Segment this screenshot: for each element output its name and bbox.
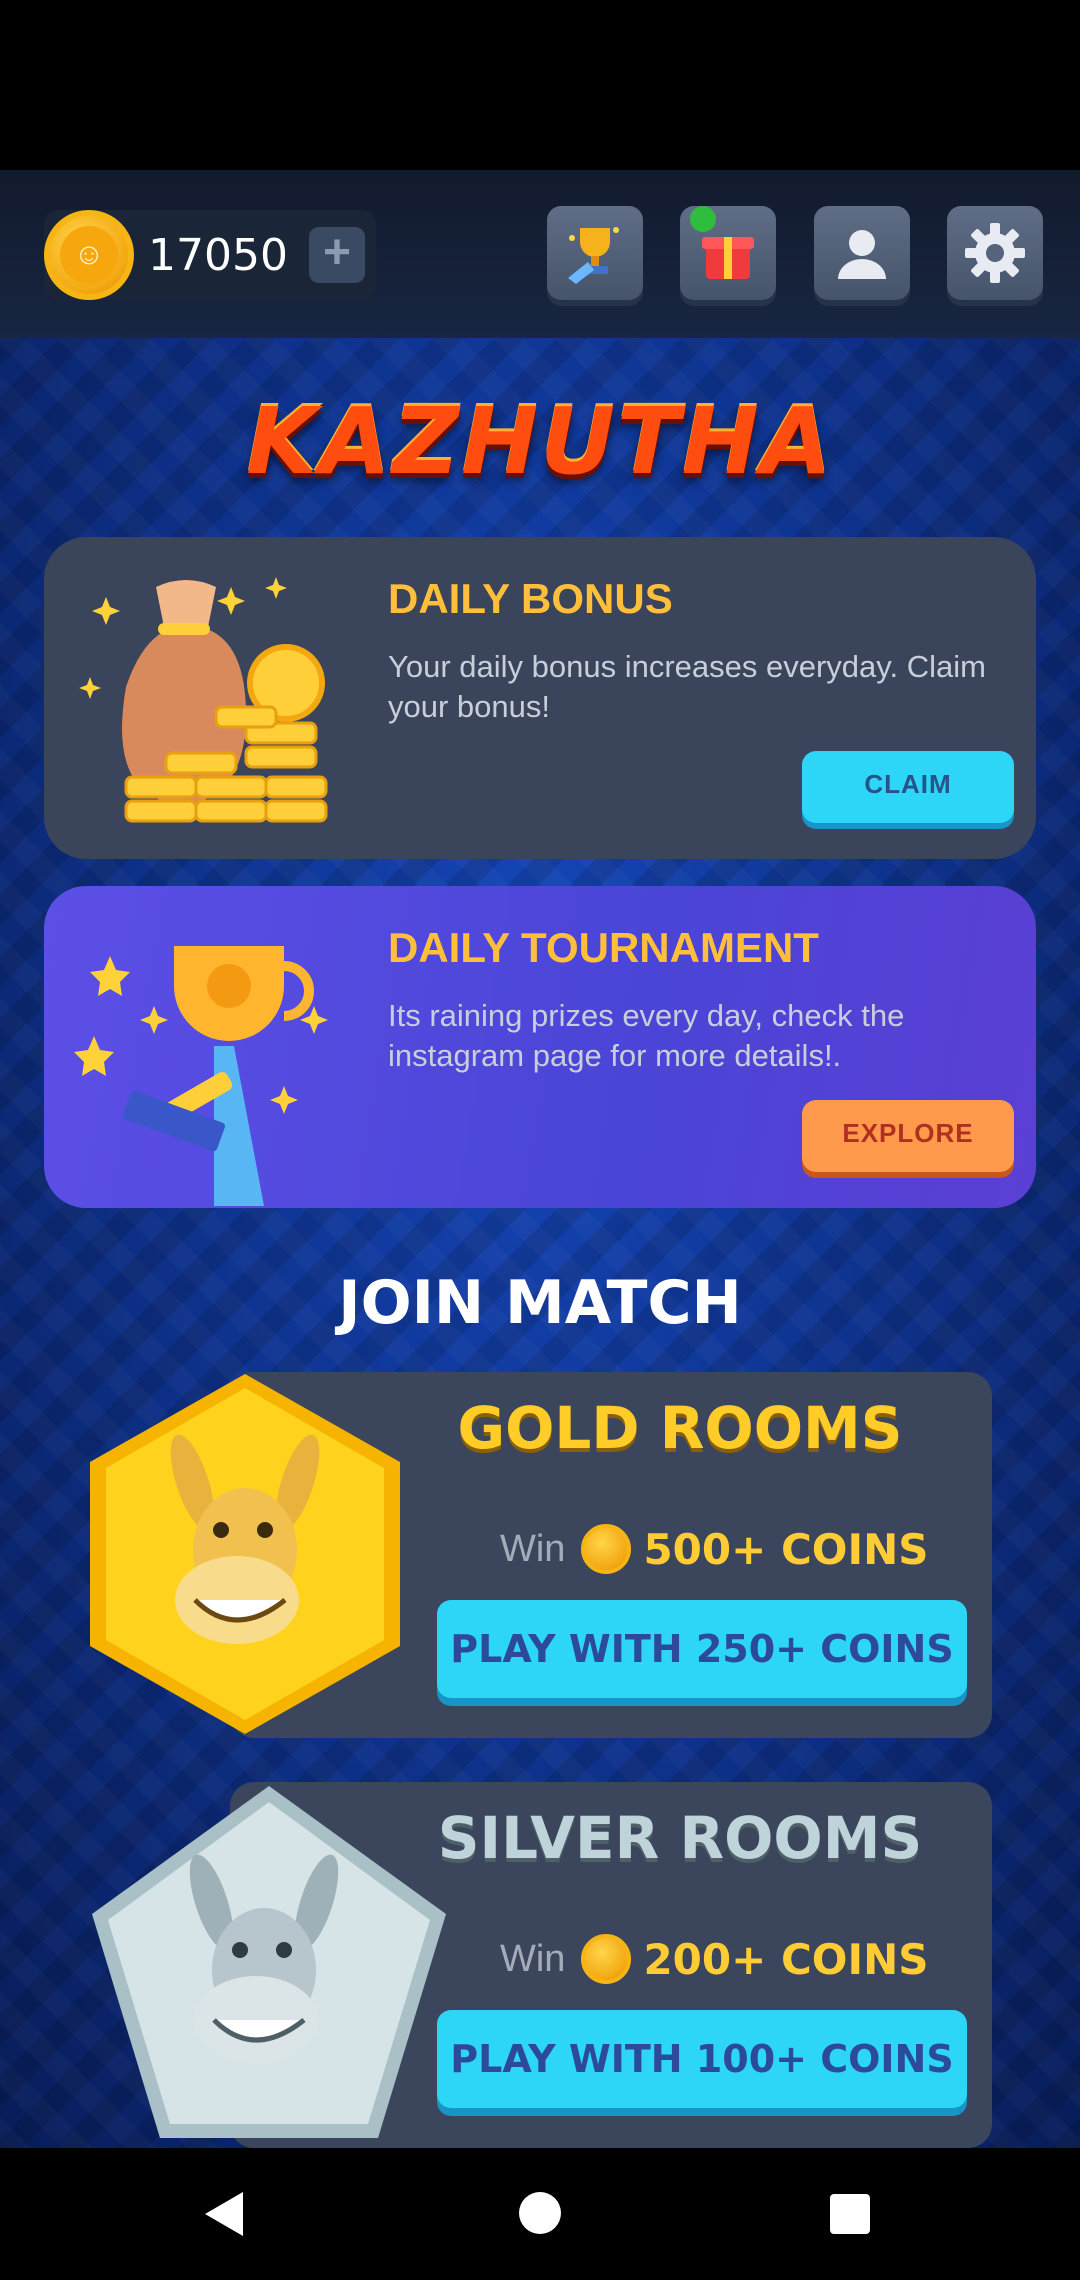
status-bar <box>0 0 1080 170</box>
coin-balance: ☺ 17050 + <box>44 210 376 300</box>
silver-win-value: 200+ COINS <box>643 1934 929 1984</box>
settings-icon <box>965 223 1025 283</box>
win-label: Win <box>500 1527 566 1570</box>
leaderboard-button[interactable] <box>547 206 643 300</box>
back-icon[interactable] <box>205 2192 243 2236</box>
play-silver-button[interactable]: PLAY WITH 100+ COINS <box>437 2010 967 2108</box>
coin-icon <box>581 1524 632 1574</box>
notification-dot <box>690 206 716 232</box>
daily-tournament-card: DAILY TOURNAMENT Its raining prizes ever… <box>44 886 1036 1208</box>
gold-donkey-badge-icon <box>90 1374 400 1734</box>
gift-button[interactable] <box>680 206 776 300</box>
coin-icon: ☺ <box>44 210 134 300</box>
join-match-heading: JOIN MATCH <box>338 1268 742 1338</box>
settings-button[interactable] <box>947 206 1043 300</box>
daily-tournament-title: DAILY TOURNAMENT <box>388 924 819 971</box>
profile-button[interactable] <box>814 206 910 300</box>
silver-donkey-badge-icon <box>92 1786 446 2138</box>
daily-tournament-description: Its raining prizes every day, check the … <box>388 998 905 1073</box>
top-bar: ☺ 17050 + <box>0 170 1080 338</box>
app-screen: ☺ 17050 + KAZHUTHA DAILY BONUS Your dail… <box>0 170 1080 2148</box>
silver-rooms-title: SILVER ROOMS <box>437 1804 923 1872</box>
home-icon[interactable] <box>519 2192 561 2234</box>
gold-win-value: 500+ COINS <box>643 1524 929 1574</box>
money-bag-icon <box>79 577 328 823</box>
win-label: Win <box>500 1937 566 1980</box>
trophy-icon <box>568 227 619 284</box>
coin-icon <box>581 1934 632 1984</box>
system-nav-bar <box>0 2148 1080 2280</box>
profile-icon <box>838 230 886 279</box>
trophy-icon <box>74 946 328 1206</box>
claim-button[interactable]: CLAIM <box>802 751 1014 823</box>
daily-bonus-description: Your daily bonus increases everyday. Cla… <box>388 649 986 724</box>
coin-count: 17050 <box>148 230 288 281</box>
recent-apps-icon[interactable] <box>830 2194 870 2234</box>
explore-button[interactable]: EXPLORE <box>802 1100 1014 1172</box>
silver-win-row: Win 200+ COINS <box>500 1932 929 1986</box>
play-gold-button[interactable]: PLAY WITH 250+ COINS <box>437 1600 967 1698</box>
add-coins-button[interactable]: + <box>309 227 365 283</box>
game-title: KAZHUTHA <box>246 388 834 495</box>
gift-icon <box>702 237 754 279</box>
daily-bonus-title: DAILY BONUS <box>388 575 673 622</box>
daily-bonus-card: DAILY BONUS Your daily bonus increases e… <box>44 537 1036 859</box>
gold-rooms-title: GOLD ROOMS <box>457 1394 903 1462</box>
gold-win-row: Win 500+ COINS <box>500 1522 929 1576</box>
